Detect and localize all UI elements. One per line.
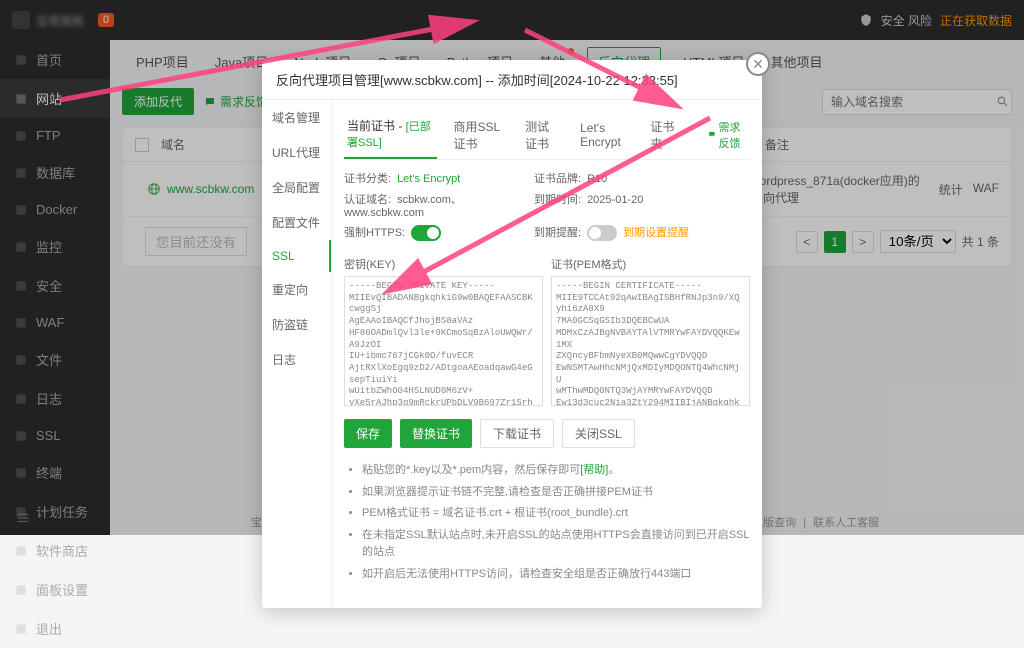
cert-textarea[interactable] — [551, 276, 750, 406]
save-button[interactable]: 保存 — [344, 419, 392, 448]
cert-brand-value: R10 — [587, 173, 607, 185]
sidebar-item-label: 软件商店 — [36, 541, 88, 560]
mtab-commercial[interactable]: 商用SSL证书 — [451, 111, 509, 159]
reminder-label: 到期提醒: — [534, 227, 581, 239]
modal-side-item-0[interactable]: 域名管理 — [262, 100, 331, 135]
modal-title: 反向代理项目管理[www.scbkw.com] -- 添加时间[2024-10-… — [262, 60, 762, 100]
cert-category-value[interactable]: Let's Encrypt — [397, 173, 460, 185]
modal-overlay: ✕ 反向代理项目管理[www.scbkw.com] -- 添加时间[2024-1… — [0, 0, 1024, 535]
modal-side-nav: 域名管理URL代理全局配置配置文件SSL重定向防盗链日志 — [262, 100, 332, 608]
modal-side-item-3[interactable]: 配置文件 — [262, 205, 331, 240]
sidebar-item-store[interactable]: 软件商店 — [0, 531, 110, 570]
force-https-label: 强制HTTPS: — [344, 227, 405, 239]
cert-expire-label: 到期时间: — [534, 194, 581, 206]
cert-textareas: 密钥(KEY) 证书(PEM格式) — [344, 256, 750, 409]
modal-side-item-6[interactable]: 防盗链 — [262, 307, 331, 342]
modal-buttons: 保存 替换证书 下载证书 关闭SSL — [344, 419, 750, 448]
modal-note-3: 在未指定SSL默认站点时,未开启SSL的站点使用HTTPS会直接访问到已开启SS… — [362, 527, 750, 562]
cert-label: 证书(PEM格式) — [551, 256, 750, 272]
modal-side-item-5[interactable]: 重定向 — [262, 272, 331, 307]
store-icon — [14, 544, 28, 558]
mtab-current-cert[interactable]: 当前证书 - [已部署SSL] — [344, 110, 437, 159]
key-textarea[interactable] — [344, 276, 543, 406]
chat-icon — [708, 129, 716, 140]
cert-info: 证书分类:Let's Encrypt 证书品牌:R10 认证域名:scbkw.c… — [344, 160, 750, 256]
modal-close-button[interactable]: ✕ — [746, 52, 770, 76]
close-ssl-button[interactable]: 关闭SSL — [562, 419, 635, 448]
mtab-letsencrypt[interactable]: Let's Encrypt — [577, 114, 633, 156]
modal-side-item-7[interactable]: 日志 — [262, 342, 331, 377]
modal-note-4: 如开启后无法使用HTTPS访问，请检查安全组是否正确放行443端口 — [362, 566, 750, 584]
logout-icon — [14, 622, 28, 636]
reminder-link[interactable]: 到期设置提醒 — [623, 227, 689, 239]
cert-brand-label: 证书品牌: — [534, 173, 581, 185]
cert-category-label: 证书分类: — [344, 173, 391, 185]
key-label: 密钥(KEY) — [344, 256, 543, 272]
modal-feedback-link[interactable]: 需求反馈 — [708, 119, 750, 151]
cert-expire-value: 2025-01-20 — [587, 194, 643, 206]
gear-icon — [14, 583, 28, 597]
modal-note-1: 如果浏览器提示证书链不完整,请检查是否正确拼接PEM证书 — [362, 484, 750, 502]
modal-notes: 粘贴您的*.key以及*.pem内容，然后保存即可[帮助]。如果浏览器提示证书链… — [344, 448, 750, 598]
modal-side-item-4[interactable]: SSL — [262, 240, 331, 272]
mtab-test-cert[interactable]: 测试证书 — [522, 111, 563, 159]
download-cert-button[interactable]: 下载证书 — [480, 419, 554, 448]
force-https-toggle[interactable] — [411, 225, 441, 241]
help-link[interactable]: [帮助] — [580, 464, 608, 476]
modal-side-item-2[interactable]: 全局配置 — [262, 170, 331, 205]
replace-cert-button[interactable]: 替换证书 — [400, 419, 472, 448]
modal-side-item-1[interactable]: URL代理 — [262, 135, 331, 170]
cert-domain-label: 认证域名: — [344, 194, 391, 206]
modal-note-2: PEM格式证书 = 域名证书.crt + 根证书(root_bundle).cr… — [362, 505, 750, 523]
mtab-cert-folder[interactable]: 证书夹 — [647, 111, 679, 159]
modal-note-0: 粘贴您的*.key以及*.pem内容，然后保存即可[帮助]。 — [362, 462, 750, 480]
reminder-toggle[interactable] — [587, 225, 617, 241]
sidebar-item-gear[interactable]: 面板设置 — [0, 570, 110, 609]
modal: ✕ 反向代理项目管理[www.scbkw.com] -- 添加时间[2024-1… — [262, 60, 762, 608]
sidebar-item-logout[interactable]: 退出 — [0, 609, 110, 648]
sidebar-item-label: 面板设置 — [36, 580, 88, 599]
sidebar-item-label: 退出 — [36, 619, 62, 638]
modal-main: 当前证书 - [已部署SSL] 商用SSL证书 测试证书 Let's Encry… — [332, 100, 762, 608]
modal-tabs: 当前证书 - [已部署SSL] 商用SSL证书 测试证书 Let's Encry… — [344, 110, 750, 160]
